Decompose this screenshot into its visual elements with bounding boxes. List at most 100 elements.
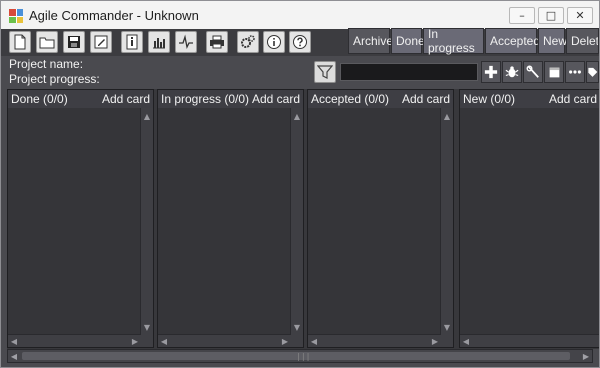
kanban-board: Done (0/0) Add card ▲ ▼ ◀ ▶ In progress … xyxy=(7,89,599,349)
vertical-scrollbar[interactable]: ▲ ▼ xyxy=(440,108,453,347)
vertical-scrollbar[interactable]: ▲ ▼ xyxy=(290,108,303,347)
tab-accepted[interactable]: Accepted xyxy=(485,28,540,54)
add-bug-action[interactable] xyxy=(502,61,522,83)
settings-gears-icon xyxy=(241,35,255,48)
scroll-left-icon[interactable]: ◀ xyxy=(460,335,472,347)
wrench-icon xyxy=(526,65,539,78)
add-note-action[interactable] xyxy=(544,61,564,83)
print-icon xyxy=(210,35,224,49)
scroll-down-icon[interactable]: ▼ xyxy=(291,321,303,333)
tab-deleted[interactable]: Delet xyxy=(566,28,599,54)
scroll-left-icon[interactable]: ◀ xyxy=(158,335,170,347)
scroll-left-icon[interactable]: ◀ xyxy=(8,350,20,362)
card-list[interactable] xyxy=(8,108,153,347)
new-file-icon xyxy=(14,34,26,50)
tag-action[interactable] xyxy=(586,61,599,83)
column-header: Accepted (0/0) Add card xyxy=(308,90,453,108)
bug-icon xyxy=(505,66,519,78)
minimize-icon: – xyxy=(519,9,525,22)
info-page-button[interactable] xyxy=(121,31,143,53)
about-icon xyxy=(267,35,281,49)
note-icon xyxy=(549,67,559,77)
more-icon xyxy=(569,70,581,74)
settings-button[interactable] xyxy=(237,31,259,53)
scroll-up-icon[interactable]: ▲ xyxy=(291,110,303,122)
scroll-right-icon[interactable]: ▶ xyxy=(279,335,291,347)
add-card-action[interactable] xyxy=(481,61,501,83)
add-card-link[interactable]: Add card xyxy=(252,92,300,106)
app-window: Agile Commander - Unknown – □ ✕ Archive … xyxy=(0,0,600,368)
scrollbar-grip-icon: ||| xyxy=(296,352,311,361)
save-icon xyxy=(68,36,80,48)
scroll-right-icon[interactable]: ▶ xyxy=(580,350,592,362)
add-card-link[interactable]: Add card xyxy=(102,92,150,106)
title-bar: Agile Commander - Unknown – □ ✕ xyxy=(1,1,599,29)
card-list[interactable] xyxy=(308,108,453,347)
tab-new[interactable]: New xyxy=(538,28,567,54)
scroll-right-icon[interactable]: ▶ xyxy=(429,335,441,347)
scroll-down-icon[interactable]: ▼ xyxy=(441,321,453,333)
close-button[interactable]: ✕ xyxy=(567,7,593,24)
new-file-button[interactable] xyxy=(9,31,31,53)
bar-chart-icon xyxy=(153,38,165,49)
column-new: New (0/0) Add card ◀ xyxy=(459,89,599,348)
add-card-link[interactable]: Add card xyxy=(549,92,597,106)
tab-in-progress[interactable]: In progress xyxy=(423,27,484,55)
tab-done[interactable]: Done xyxy=(391,28,425,54)
open-button[interactable] xyxy=(36,31,58,53)
print-button[interactable] xyxy=(206,31,228,53)
scroll-up-icon[interactable]: ▲ xyxy=(441,110,453,122)
about-button[interactable] xyxy=(263,31,285,53)
project-progress-label: Project progress: xyxy=(9,72,100,86)
scroll-down-icon[interactable]: ▼ xyxy=(141,321,153,333)
scroll-left-icon[interactable]: ◀ xyxy=(308,335,320,347)
help-icon xyxy=(293,35,307,49)
minimize-button[interactable]: – xyxy=(509,7,535,24)
funnel-icon xyxy=(317,65,333,79)
vertical-scrollbar[interactable]: ▲ ▼ xyxy=(140,108,153,347)
add-card-link[interactable]: Add card xyxy=(402,92,450,106)
horizontal-scrollbar[interactable]: ◀ ▶ xyxy=(308,334,441,347)
card-list[interactable] xyxy=(158,108,303,347)
scroll-right-icon[interactable]: ▶ xyxy=(129,335,141,347)
pulse-icon xyxy=(179,34,193,49)
maximize-icon: □ xyxy=(545,9,557,22)
window-title: Agile Commander - Unknown xyxy=(29,8,199,23)
column-in-progress: In progress (0/0) Add card ▲ ▼ ◀ ▶ xyxy=(157,89,304,348)
edit-button[interactable] xyxy=(90,31,112,53)
column-header: New (0/0) Add card xyxy=(460,90,599,108)
save-button[interactable] xyxy=(63,31,85,53)
horizontal-scrollbar[interactable]: ◀ ▶ xyxy=(158,334,291,347)
horizontal-scrollbar[interactable]: ◀ ▶ xyxy=(8,334,141,347)
app-logo-icon xyxy=(9,9,23,23)
edit-icon xyxy=(94,35,108,49)
scroll-up-icon[interactable]: ▲ xyxy=(141,110,153,122)
close-icon: ✕ xyxy=(575,9,585,22)
column-header: Done (0/0) Add card xyxy=(8,90,153,108)
column-title: Accepted (0/0) xyxy=(311,92,390,106)
project-name-label: Project name: xyxy=(9,57,84,71)
statistics-button[interactable] xyxy=(148,31,170,53)
column-title: New (0/0) xyxy=(463,92,516,106)
info-page-icon xyxy=(126,34,138,50)
scroll-left-icon[interactable]: ◀ xyxy=(8,335,20,347)
filter-button[interactable] xyxy=(314,61,336,83)
maximize-button[interactable]: □ xyxy=(538,7,564,24)
open-folder-icon xyxy=(39,37,55,49)
activity-button[interactable] xyxy=(175,31,197,53)
more-actions-button[interactable] xyxy=(565,61,585,83)
column-accepted: Accepted (0/0) Add card ▲ ▼ ◀ ▶ xyxy=(307,89,454,348)
help-button[interactable] xyxy=(289,31,311,53)
horizontal-scrollbar[interactable]: ◀ xyxy=(460,334,599,347)
add-task-action[interactable] xyxy=(523,61,543,83)
filter-input[interactable] xyxy=(340,63,478,81)
tag-icon xyxy=(588,67,598,77)
board-horizontal-scrollbar[interactable]: ◀ ||| ▶ xyxy=(7,349,593,363)
column-title: Done (0/0) xyxy=(11,92,68,106)
card-list[interactable] xyxy=(460,108,599,347)
column-done: Done (0/0) Add card ▲ ▼ ◀ ▶ xyxy=(7,89,154,348)
tab-archive[interactable]: Archive xyxy=(348,28,393,54)
column-title: In progress (0/0) xyxy=(161,92,250,106)
column-header: In progress (0/0) Add card xyxy=(158,90,303,108)
toolbar: Archive Done In progress Accepted New De… xyxy=(1,27,599,56)
